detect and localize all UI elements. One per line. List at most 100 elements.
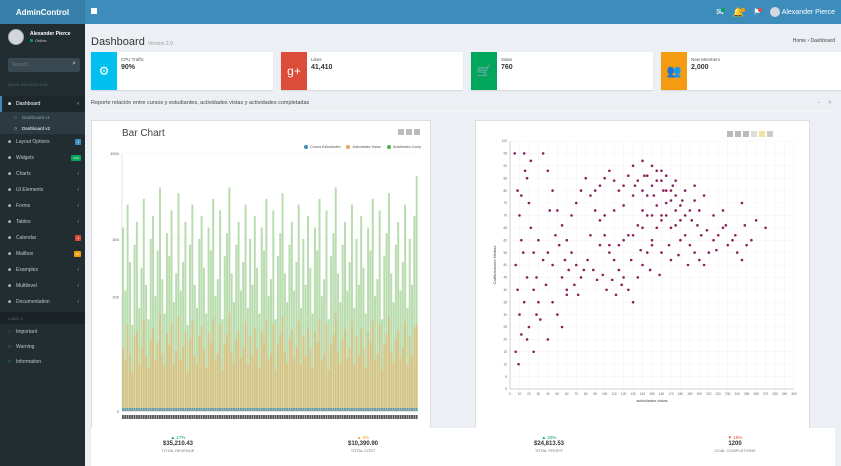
x-tick-label (276, 415, 279, 419)
scatter-point (565, 293, 569, 297)
x-tick-label (128, 415, 131, 419)
avatar (8, 29, 24, 45)
bar-orange (258, 367, 261, 411)
bar-blue (133, 408, 136, 411)
scatter-point (565, 288, 569, 292)
bar-orange (318, 319, 321, 411)
x-tick-label (350, 415, 353, 419)
circle-icon: ○ (8, 343, 12, 350)
sidebar-item-label: Charts (16, 171, 31, 177)
bar-blue (353, 408, 356, 411)
user-menu-name: Alexander Pierce (781, 8, 835, 16)
chevron-left-icon: ‹ (77, 283, 79, 289)
search-icon[interactable]: ⌕ (72, 60, 76, 68)
scatter-point (548, 209, 552, 212)
bar-blue (198, 408, 201, 411)
bar-orange (270, 353, 272, 411)
sidebar-item-calendar[interactable]: ■ Calendar 3 (0, 230, 85, 246)
tool-icon[interactable] (414, 129, 420, 135)
search-input[interactable] (12, 61, 67, 69)
label-warning[interactable]: ○ Warning (0, 339, 85, 354)
x-tick-label (404, 415, 406, 419)
x-tick-label (357, 415, 360, 419)
bar-blue (300, 408, 303, 411)
bar-orange (154, 360, 157, 411)
chart-toolbar[interactable] (398, 129, 420, 135)
sidebar-item-multilevel[interactable]: ■ Multilevel ‹ (0, 278, 85, 294)
x-tick-label: 130 (630, 392, 636, 396)
y-tick-label: 10 (503, 362, 507, 366)
bar-orange (249, 336, 252, 411)
bar-orange (124, 359, 127, 411)
scatter-point (544, 283, 548, 287)
bar-blue (341, 408, 344, 411)
sidebar-item-widgets[interactable]: ■ Widgets new (0, 150, 85, 166)
envelope-icon[interactable]: ✉ (716, 7, 725, 17)
bar-blue (350, 408, 353, 411)
submenu-item[interactable]: ○ Dashboard v1 (0, 112, 85, 123)
bar-orange (293, 358, 296, 411)
sidebar-item-ui-elements[interactable]: ■ UI Elements ‹ (0, 182, 85, 198)
bar-blue (149, 408, 152, 411)
bar-blue (191, 408, 194, 411)
scatter-point (731, 238, 734, 242)
x-tick-label: 300 (791, 392, 797, 396)
submenu-item[interactable]: ○ Dashboard v2 (0, 123, 85, 134)
footer-stat: ▲ 0% $10,390.90 TOTAL COST (303, 435, 423, 453)
sidebar-item-mailbox[interactable]: ■ Mailbox 12 (0, 246, 85, 262)
sidebar-item-forms[interactable]: ■ Forms ‹ (0, 198, 85, 214)
x-tick-label (202, 415, 205, 419)
sidebar-item-label: Tables (16, 219, 31, 225)
scatter-point (721, 209, 725, 212)
scatter-point (686, 263, 690, 267)
sidebar-toggle-icon[interactable] (91, 8, 97, 14)
bar-blue (339, 408, 342, 411)
bar-blue (309, 408, 312, 411)
bar-orange (362, 349, 365, 411)
x-tick-label (175, 415, 178, 419)
label-information[interactable]: ○ Information (0, 354, 85, 369)
user-menu[interactable]: Alexander Pierce (770, 7, 835, 17)
scatter-point (680, 199, 684, 202)
sidebar-item-layout-options[interactable]: ■ Layout Options 4 (0, 134, 85, 150)
sidebar-item-charts[interactable]: ■ Charts ‹ (0, 166, 85, 182)
x-tick-label (283, 415, 286, 419)
sidebar-item-examples[interactable]: ■ Examples ‹ (0, 262, 85, 278)
tool-icon[interactable] (406, 129, 412, 135)
x-tick-label (182, 415, 184, 419)
top-navbar: ✉ 🔔 ⚑ Alexander Pierce (85, 0, 841, 24)
bar-orange (126, 325, 129, 411)
scatter-point (627, 174, 630, 178)
breadcrumb[interactable]: Home › Dashboard (793, 38, 835, 44)
flag-icon[interactable]: ⚑ (753, 7, 763, 17)
x-tick-label: 180 (678, 392, 684, 396)
scatter-point (521, 251, 525, 254)
x-tick-label (265, 415, 268, 419)
sidebar-item-label: Widgets (16, 155, 35, 161)
app-logo[interactable]: AdminControl (0, 0, 85, 24)
scatter-point (631, 164, 635, 168)
scatter-point (669, 199, 673, 202)
scatter-point (683, 233, 687, 237)
book-icon: ■ (8, 299, 12, 305)
stat-name: TOTAL REVENUE (161, 448, 195, 453)
bell-icon[interactable]: 🔔 (733, 7, 746, 17)
bar-orange (304, 355, 307, 411)
bar-blue (274, 408, 277, 411)
x-tick-label (300, 415, 302, 419)
sidebar-item-tables[interactable]: ■ Tables ‹ (0, 214, 85, 230)
sidebar-item-documentation[interactable]: ■ Documentation ‹ (0, 294, 85, 310)
chevron-left-icon: ‹ (77, 101, 79, 107)
x-tick-label (152, 415, 154, 419)
bar-blue (311, 408, 314, 411)
sidebar-item-label: Mailbox (16, 251, 34, 257)
bar-blue (142, 408, 145, 411)
bar-orange (122, 347, 124, 411)
panel-tools[interactable]: – ✕ (818, 100, 835, 106)
sidebar-item-dashboard[interactable]: ■ Dashboard ‹ (0, 96, 85, 112)
label-important[interactable]: ○ Important (0, 324, 85, 339)
bar-blue (415, 408, 418, 411)
users-icon: 👥 (661, 52, 687, 90)
scatter-point (636, 179, 640, 182)
tool-icon[interactable] (398, 129, 404, 135)
